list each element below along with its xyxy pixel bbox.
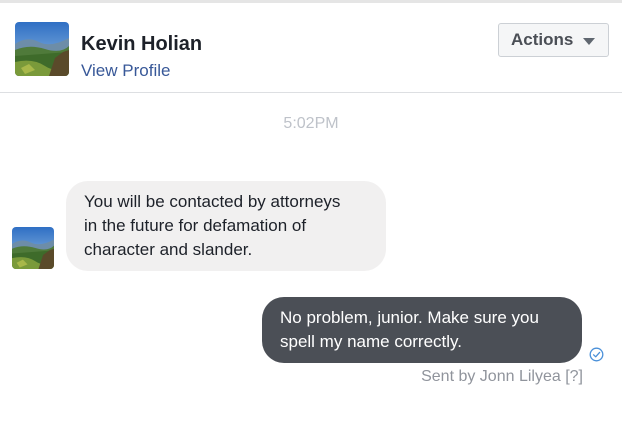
sender-avatar[interactable] (12, 227, 54, 269)
view-profile-link[interactable]: View Profile (81, 61, 170, 81)
contact-name[interactable]: Kevin Holian (81, 33, 202, 56)
actions-label: Actions (511, 30, 574, 49)
avatar[interactable] (15, 22, 69, 76)
sent-by-text: Sent by Jonn Lilyea (421, 368, 561, 385)
landscape-avatar-image (15, 22, 69, 76)
incoming-message-bubble[interactable]: You will be contacted by attorneys in th… (66, 181, 386, 271)
conversation-header: Kevin Holian View Profile Actions (0, 3, 622, 93)
message-text: No problem, junior. Make sure you spell … (280, 308, 539, 351)
outgoing-message-bubble[interactable]: No problem, junior. Make sure you spell … (262, 297, 582, 363)
check-circle-icon (589, 347, 604, 362)
sent-by-note: Sent by Jonn Lilyea [?] (421, 368, 583, 386)
messenger-conversation: Kevin Holian View Profile Actions 5:02PM (0, 0, 622, 431)
message-text: You will be contacted by attorneys in th… (84, 192, 341, 259)
help-link[interactable]: [?] (565, 368, 583, 385)
caret-down-icon (583, 38, 595, 45)
landscape-avatar-image (12, 227, 54, 269)
actions-button[interactable]: Actions (498, 23, 609, 57)
message-timestamp: 5:02PM (283, 115, 339, 132)
